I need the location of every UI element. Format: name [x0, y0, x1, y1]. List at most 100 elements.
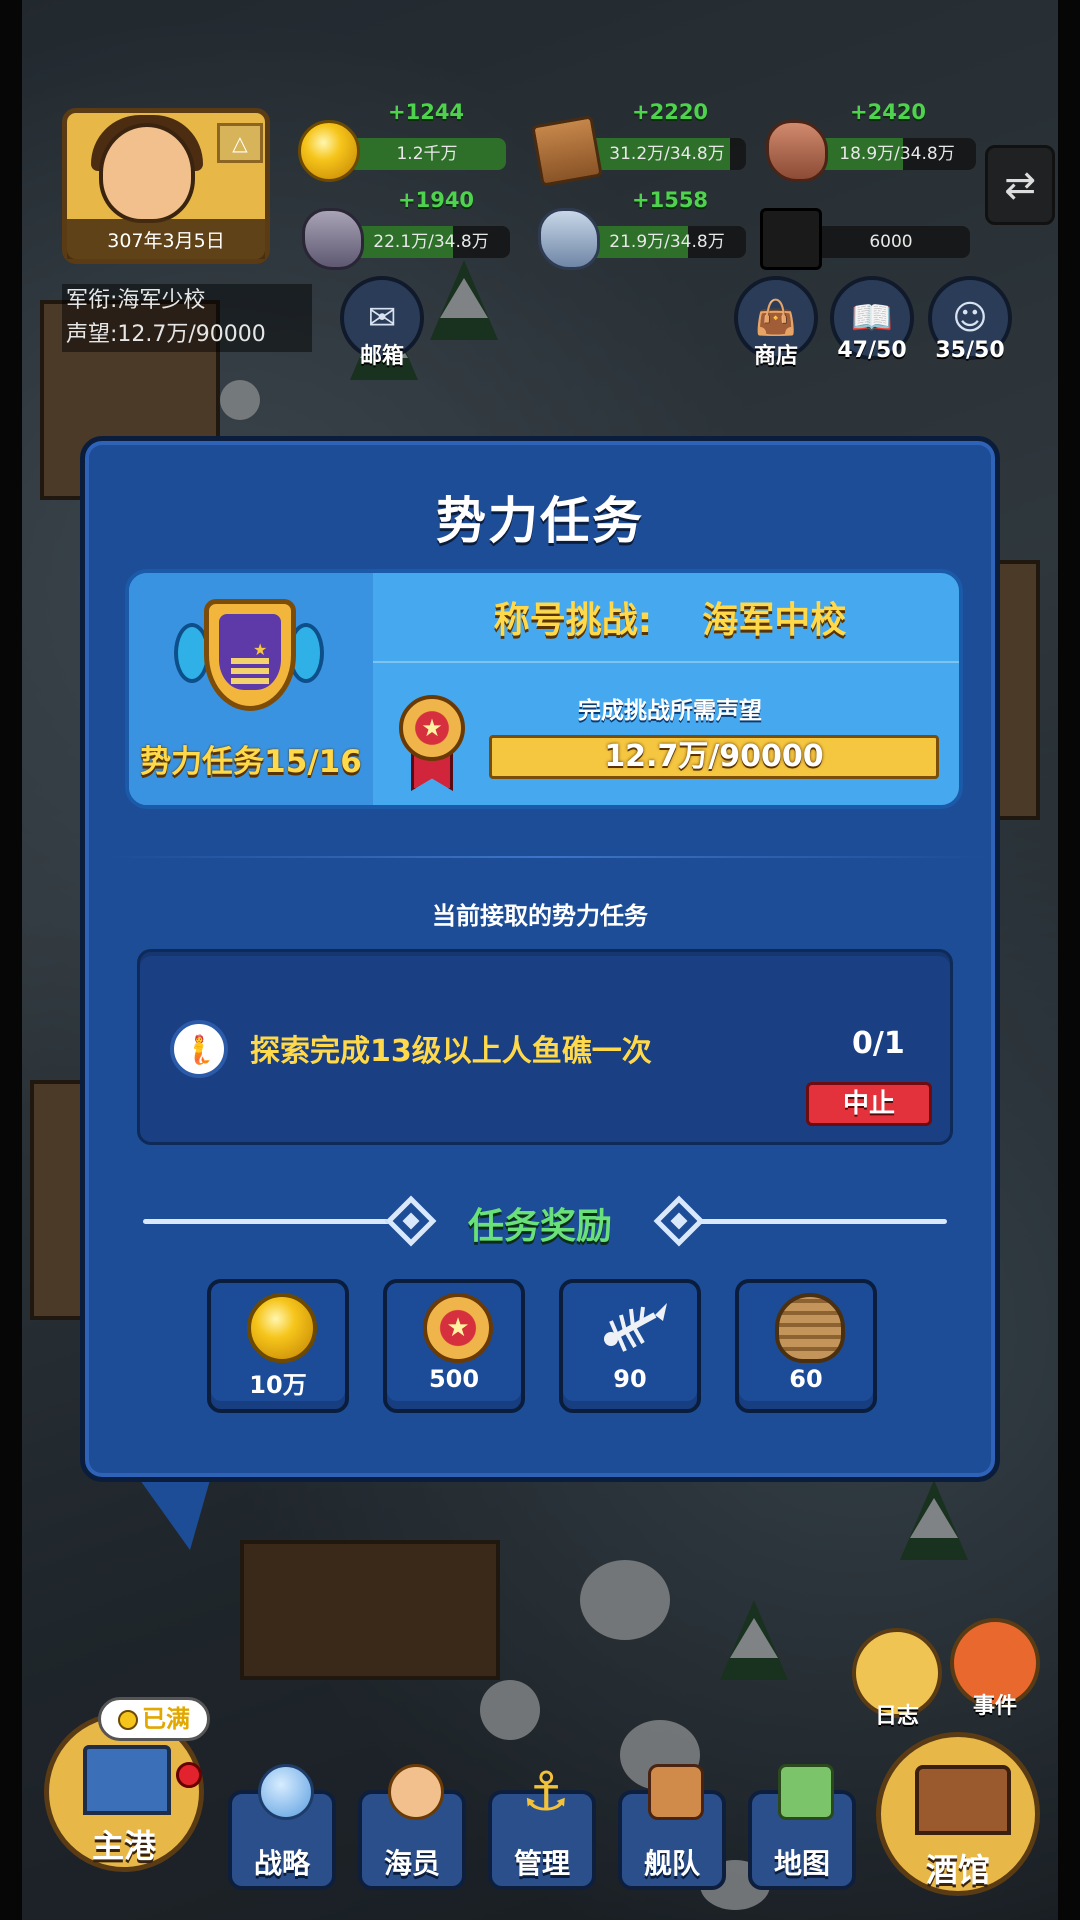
crystal-icon [538, 208, 600, 270]
crystal-bar: 21.9万/34.8万 [588, 226, 746, 258]
notification-dot [176, 1762, 202, 1788]
event-label: 事件 [972, 1694, 1017, 1719]
iron-amount: 22.1万/34.8万 [373, 232, 489, 252]
resource-stone[interactable]: +2420 18.9万/34.8万 [766, 100, 976, 186]
anchor-icon: ⚓ [521, 1760, 571, 1823]
stone-bar: 18.9万/34.8万 [818, 138, 976, 170]
reward-item[interactable]: ★ 500 [383, 1279, 525, 1413]
graduation-cap-icon [760, 208, 822, 270]
crystal-gain: +1558 [632, 188, 709, 212]
task-progress: 0/1 [852, 1026, 905, 1061]
game-date: 307年3月5日 [67, 219, 265, 259]
resource-wood[interactable]: +2220 31.2万/34.8万 [531, 100, 746, 187]
wood-icon [531, 115, 603, 187]
port-label: 主港 [91, 1827, 156, 1865]
faction-task-dialog: 势力任务 ★ 势力任务15/16 称号挑战: 海军中校 完成挑战所需声望 12.… [80, 436, 1000, 1482]
divider [105, 856, 985, 858]
nav-map-button[interactable]: 地图 [748, 1764, 856, 1890]
gold-gain: +1244 [388, 100, 465, 124]
stone-amount: 18.9万/34.8万 [839, 144, 955, 164]
current-task-box: 🧜 探索完成13级以上人鱼礁一次 0/1 中止 [137, 949, 953, 1145]
nav-fleet-button[interactable]: 舰队 [618, 1764, 726, 1890]
gold-amount: 1.2千万 [396, 144, 458, 164]
resource-education[interactable]: 6000 [760, 188, 970, 274]
sailor-icon [388, 1764, 444, 1820]
nav-strategy-button[interactable]: 战略 [228, 1764, 336, 1890]
task-description: 探索完成13级以上人鱼礁一次 [250, 1034, 652, 1069]
reward-item[interactable]: 90 [559, 1279, 701, 1413]
badge-star-icon: ★ [253, 640, 268, 659]
reward-qty: 90 [613, 1365, 647, 1393]
title-card-left: ★ 势力任务15/16 [129, 573, 373, 805]
dialog-title: 势力任务 [436, 492, 644, 550]
port-building-icon [83, 1745, 171, 1815]
log-label: 日志 [874, 1704, 919, 1729]
modal-tail [140, 1480, 210, 1550]
crystal-amount: 21.9万/34.8万 [609, 232, 725, 252]
player-avatar[interactable]: △ 307年3月5日 [62, 108, 270, 264]
tavern-building-icon [915, 1765, 1011, 1835]
badge-inner: ★ [219, 614, 281, 690]
resource-iron[interactable]: +1940 22.1万/34.8万 [302, 188, 512, 274]
swap-arrows-icon[interactable]: ⇄ [985, 145, 1055, 225]
event-demon-icon[interactable]: 事件 [950, 1618, 1040, 1719]
stone-gain: +2420 [850, 100, 927, 124]
reputation-text: 声望:12.7万/90000 [62, 318, 312, 352]
nav-label: 海员 [383, 1847, 440, 1880]
reputation-progress-bar: 12.7万/90000 [489, 735, 939, 779]
wood-amount: 31.2万/34.8万 [609, 144, 725, 164]
badge-stripe [231, 668, 269, 674]
medal-disc: ★ [399, 695, 465, 761]
iron-ore-icon [302, 208, 364, 270]
badge-stripe [231, 658, 269, 664]
title-challenge-card: ★ 势力任务15/16 称号挑战: 海军中校 完成挑战所需声望 12.7万/90… [125, 569, 963, 809]
challenge-target: 海军中校 [702, 600, 847, 641]
map-icon [778, 1764, 834, 1820]
book-count: 47/50 [837, 338, 907, 363]
badge-stripe [231, 678, 269, 684]
badge-shield: ★ [204, 599, 296, 711]
nav-label: 管理 [513, 1847, 570, 1880]
reward-qty: 500 [428, 1365, 480, 1393]
education-bar: 6000 [812, 226, 970, 258]
nav-label: 战略 [253, 1847, 310, 1880]
abort-button[interactable]: 中止 [806, 1082, 932, 1126]
log-scroll-icon[interactable]: 日志 [852, 1628, 942, 1729]
wood-bar: 31.2万/34.8万 [588, 138, 746, 170]
fish-bone-icon [604, 1303, 667, 1352]
reward-qty: 60 [789, 1365, 823, 1393]
challenge-label: 称号挑战: [493, 600, 653, 641]
wood-gain: +2220 [632, 100, 709, 124]
rope-coil-icon [775, 1293, 845, 1363]
ship-icon [648, 1764, 704, 1820]
full-badge: 已满 [98, 1697, 210, 1741]
nav-crew-button[interactable]: 海员 [358, 1764, 466, 1890]
title-challenge-line: 称号挑战: 海军中校 [373, 573, 959, 661]
gold-coin-icon [118, 1710, 138, 1730]
nav-label: 舰队 [643, 1847, 700, 1880]
iron-bar: 22.1万/34.8万 [352, 226, 510, 258]
nav-label: 地图 [773, 1847, 830, 1880]
reward-item[interactable]: 10万 [207, 1279, 349, 1413]
rank-triangle-icon: △ [217, 123, 263, 163]
gold-bar: 1.2千万 [348, 138, 506, 170]
mermaid-icon: 🧜 [170, 1020, 228, 1078]
mail-label: 邮箱 [359, 344, 404, 369]
tavern-button[interactable]: 酒馆 [876, 1732, 1040, 1896]
rank-text: 军衔:海军少校 [62, 284, 312, 318]
reward-qty: 10万 [249, 1371, 307, 1399]
faction-task-count: 势力任务15/16 [140, 744, 362, 780]
medal-icon: ★ [423, 1293, 493, 1363]
reward-divider-right [697, 1219, 947, 1224]
reputation-progress-text: 12.7万/90000 [604, 739, 824, 774]
full-label: 已满 [142, 1705, 190, 1733]
education-amount: 6000 [869, 232, 913, 252]
globe-icon [258, 1764, 314, 1820]
reward-item[interactable]: 60 [735, 1279, 877, 1413]
resource-gold[interactable]: +1244 1.2千万 [298, 100, 508, 186]
nav-manage-button[interactable]: ⚓ 管理 [488, 1764, 596, 1890]
reputation-medal-icon: ★ [387, 691, 477, 791]
gold-coin-icon [298, 120, 360, 182]
crew-count: 35/50 [935, 338, 1005, 363]
resource-crystal[interactable]: +1558 21.9万/34.8万 [538, 188, 748, 274]
